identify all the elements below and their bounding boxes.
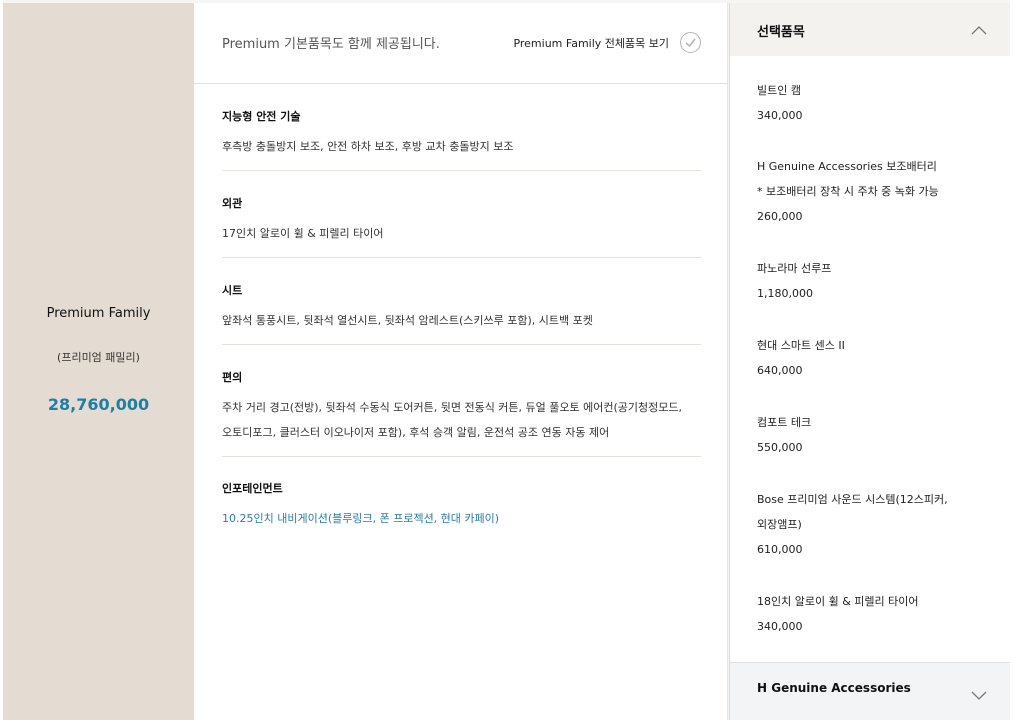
- option-name: 빌트인 캠: [757, 84, 801, 97]
- divider: [222, 257, 701, 258]
- option-price: 640,000: [757, 364, 803, 377]
- trim-subtitle: (프리미엄 패밀리): [57, 351, 140, 364]
- option-name: 파노라마 선루프: [757, 262, 832, 275]
- chevron-down-icon[interactable]: [971, 686, 987, 705]
- option-name: 18인치 알로이 휠 & 피렐리 타이어: [757, 595, 919, 608]
- trim-name: Premium Family: [46, 306, 151, 321]
- option-name-cont: 외장앰프): [757, 518, 802, 531]
- spec-group: 지능형 안전 기술 후측방 충돌방지 보조, 안전 하차 보조, 후방 교차 충…: [222, 108, 701, 159]
- option-item: 18인치 알로이 휠 & 피렐리 타이어 340,000: [757, 589, 987, 639]
- spec-group: 편의 주차 거리 경고(전방), 뒷좌석 수동식 도어커튼, 뒷면 전동식 커튼…: [222, 369, 701, 445]
- spec-description-link[interactable]: 10.25인치 내비게이션(블루링크, 폰 프로젝션, 현대 카페이): [222, 506, 701, 531]
- selected-options-panel: 선택품목 빌트인 캠 340,000 H Genuine Accessories…: [729, 3, 1011, 720]
- basic-items-header: Premium 기본품목도 함께 제공됩니다. Premium Family 전…: [194, 3, 727, 84]
- option-item: H Genuine Accessories 보조배터리 * 보조배터리 장착 시…: [757, 154, 987, 229]
- spec-group: 시트 앞좌석 통풍시트, 뒷좌석 열선시트, 뒷좌석 암레스트(스키쓰루 포함)…: [222, 282, 701, 333]
- option-price: 260,000: [757, 210, 803, 223]
- trim-price: 28,760,000: [47, 395, 150, 414]
- spec-category: 시트: [222, 284, 243, 297]
- selected-options-header[interactable]: 선택품목: [730, 3, 1011, 56]
- option-price: 340,000: [757, 620, 803, 633]
- view-all-items-link[interactable]: Premium Family 전체품목 보기: [513, 35, 669, 51]
- right-edge: [1010, 0, 1014, 720]
- basic-items-panel: Premium 기본품목도 함께 제공됩니다. Premium Family 전…: [194, 3, 728, 720]
- spec-description: 후측방 충돌방지 보조, 안전 하차 보조, 후방 교차 충돌방지 보조: [222, 140, 514, 153]
- spec-category: 외관: [222, 197, 243, 210]
- chevron-up-icon[interactable]: [971, 20, 987, 39]
- spec-category: 지능형 안전 기술: [222, 110, 301, 123]
- option-item: 컴포트 테크 550,000: [757, 410, 987, 460]
- option-item: 파노라마 선루프 1,180,000: [757, 256, 987, 306]
- spec-description: 오토디포그, 클러스터 이오나이저 포함), 후석 승객 알림, 운전석 공조 …: [222, 426, 610, 439]
- basic-items-notice: Premium 기본품목도 함께 제공됩니다.: [222, 37, 440, 52]
- option-price: 610,000: [757, 543, 803, 556]
- spec-group: 외관 17인치 알로이 휠 & 피렐리 타이어: [222, 195, 701, 246]
- option-item: 빌트인 캠 340,000: [757, 78, 987, 128]
- option-name: H Genuine Accessories 보조배터리: [757, 160, 937, 173]
- option-note: * 보조배터리 장착 시 주차 중 녹화 가능: [757, 185, 939, 198]
- spec-group: 인포테인먼트 10.25인치 내비게이션(블루링크, 폰 프로젝션, 현대 카페…: [222, 480, 701, 531]
- option-name: 컴포트 테크: [757, 416, 812, 429]
- divider: [222, 344, 701, 345]
- option-item: 현대 스마트 센스 II 640,000: [757, 333, 987, 383]
- spec-description: 주차 거리 경고(전방), 뒷좌석 수동식 도어커튼, 뒷면 전동식 커튼, 듀…: [222, 401, 683, 414]
- divider: [222, 170, 701, 171]
- option-name: Bose 프리미엄 사운드 시스템(12스피커,: [757, 493, 948, 506]
- spec-category: 편의: [222, 371, 243, 384]
- divider: [222, 456, 701, 457]
- spec-category: 인포테인먼트: [222, 482, 283, 495]
- option-price: 550,000: [757, 441, 803, 454]
- option-price: 340,000: [757, 109, 803, 122]
- spec-description: 17인치 알로이 휠 & 피렐리 타이어: [222, 227, 384, 240]
- trim-summary: Premium Family (프리미엄 패밀리) 28,760,000: [3, 3, 194, 720]
- accessories-title: H Genuine Accessories: [757, 681, 911, 695]
- option-item: Bose 프리미엄 사운드 시스템(12스피커, 외장앰프) 610,000: [757, 487, 987, 562]
- check-circle-icon[interactable]: [680, 32, 701, 53]
- accessories-header[interactable]: H Genuine Accessories: [730, 662, 1011, 720]
- selected-options-title: 선택품목: [757, 25, 805, 40]
- spec-description: 앞좌석 통풍시트, 뒷좌석 열선시트, 뒷좌석 암레스트(스키쓰루 포함), 시…: [222, 314, 593, 327]
- option-price: 1,180,000: [757, 287, 813, 300]
- option-name: 현대 스마트 센스 II: [757, 339, 845, 352]
